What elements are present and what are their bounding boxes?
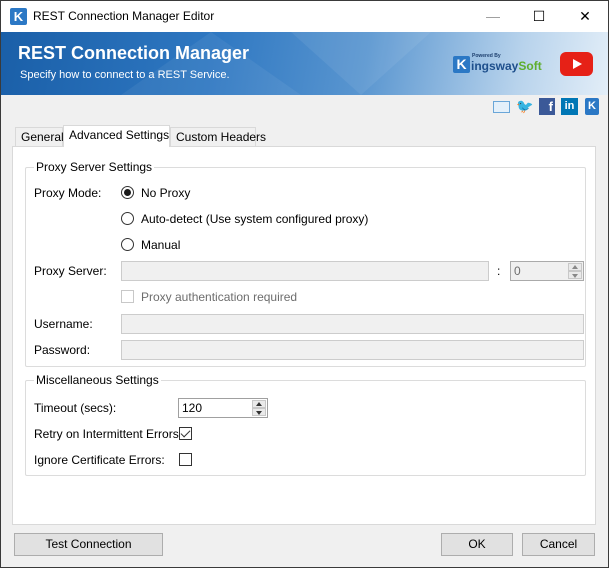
proxy-port-value: 0 [514, 264, 521, 278]
banner-subtitle: Specify how to connect to a REST Service… [20, 69, 230, 81]
timeout-input[interactable]: 120 [178, 398, 268, 418]
no-proxy-radio[interactable] [121, 186, 134, 199]
minimize-button[interactable]: — [470, 1, 516, 32]
username-input[interactable] [121, 314, 584, 334]
misc-group-legend: Miscellaneous Settings [34, 373, 161, 387]
manual-radio[interactable] [121, 238, 134, 251]
manual-label[interactable]: Manual [141, 238, 180, 252]
twitter-icon[interactable]: 🐦 [516, 98, 533, 115]
proxy-server-settings-group: Proxy Server Settings Proxy Mode: No Pro… [25, 160, 586, 367]
header-banner: REST Connection Manager Specify how to c… [1, 32, 608, 95]
cancel-button[interactable]: Cancel [522, 533, 595, 556]
youtube-icon[interactable] [560, 52, 593, 76]
timeout-label: Timeout (secs): [34, 401, 117, 415]
kingswaysoft-logo[interactable]: K Powered By ingswaySoft [453, 53, 543, 75]
spin-up-icon[interactable] [252, 400, 266, 408]
proxy-mode-label: Proxy Mode: [34, 186, 102, 200]
banner-decoration [291, 32, 431, 95]
password-input[interactable] [121, 340, 584, 360]
ok-button[interactable]: OK [441, 533, 513, 556]
maximize-button[interactable]: ☐ [516, 1, 562, 32]
proxy-group-legend: Proxy Server Settings [34, 160, 155, 174]
miscellaneous-settings-group: Miscellaneous Settings Timeout (secs): 1… [25, 373, 586, 476]
kingswaysoft-app-icon: K [10, 8, 27, 25]
title-bar: K REST Connection Manager Editor — ☐ ✕ [1, 1, 608, 32]
spin-down-icon[interactable] [252, 408, 266, 416]
no-proxy-label[interactable]: No Proxy [141, 186, 190, 200]
facebook-icon[interactable]: f [539, 98, 555, 115]
kingswaysoft-icon[interactable]: K [585, 98, 599, 115]
proxy-server-input[interactable] [121, 261, 489, 281]
auto-detect-label[interactable]: Auto-detect (Use system configured proxy… [141, 212, 368, 226]
auto-detect-radio[interactable] [121, 212, 134, 225]
spin-up-icon[interactable] [568, 263, 582, 271]
timeout-value: 120 [182, 401, 203, 415]
ignore-cert-label: Ignore Certificate Errors: [34, 453, 165, 467]
username-label: Username: [34, 317, 93, 331]
port-spinner[interactable] [568, 263, 582, 279]
logo-text-part1: ingsway [471, 59, 519, 73]
logo-text: ingswaySoft [471, 59, 542, 73]
proxy-server-label: Proxy Server: [34, 264, 107, 278]
timeout-spinner[interactable] [252, 400, 266, 416]
test-connection-button[interactable]: Test Connection [14, 533, 163, 556]
ignore-cert-checkbox[interactable] [179, 453, 192, 466]
proxy-auth-checkbox[interactable] [121, 290, 134, 303]
port-separator: : [497, 264, 501, 278]
spin-down-icon[interactable] [568, 271, 582, 279]
window-title: REST Connection Manager Editor [33, 9, 215, 23]
proxy-port-input[interactable]: 0 [510, 261, 584, 281]
retry-label: Retry on Intermittent Errors: [34, 427, 183, 441]
retry-checkbox[interactable] [179, 427, 192, 440]
kingswaysoft-k-icon: K [453, 56, 470, 73]
banner-title: REST Connection Manager [18, 43, 250, 63]
tab-advanced-settings[interactable]: Advanced Settings [63, 125, 170, 147]
dialog-window: K REST Connection Manager Editor — ☐ ✕ R… [0, 0, 609, 568]
proxy-auth-label[interactable]: Proxy authentication required [141, 290, 297, 304]
email-icon[interactable] [493, 101, 510, 113]
password-label: Password: [34, 343, 91, 357]
close-button[interactable]: ✕ [562, 1, 608, 32]
logo-text-part2: Soft [518, 59, 542, 73]
tab-custom-headers[interactable]: Custom Headers [170, 127, 266, 147]
linkedin-icon[interactable]: in [561, 98, 578, 115]
tab-general[interactable]: General [15, 127, 64, 147]
advanced-settings-panel: Proxy Server Settings Proxy Mode: No Pro… [12, 146, 596, 525]
